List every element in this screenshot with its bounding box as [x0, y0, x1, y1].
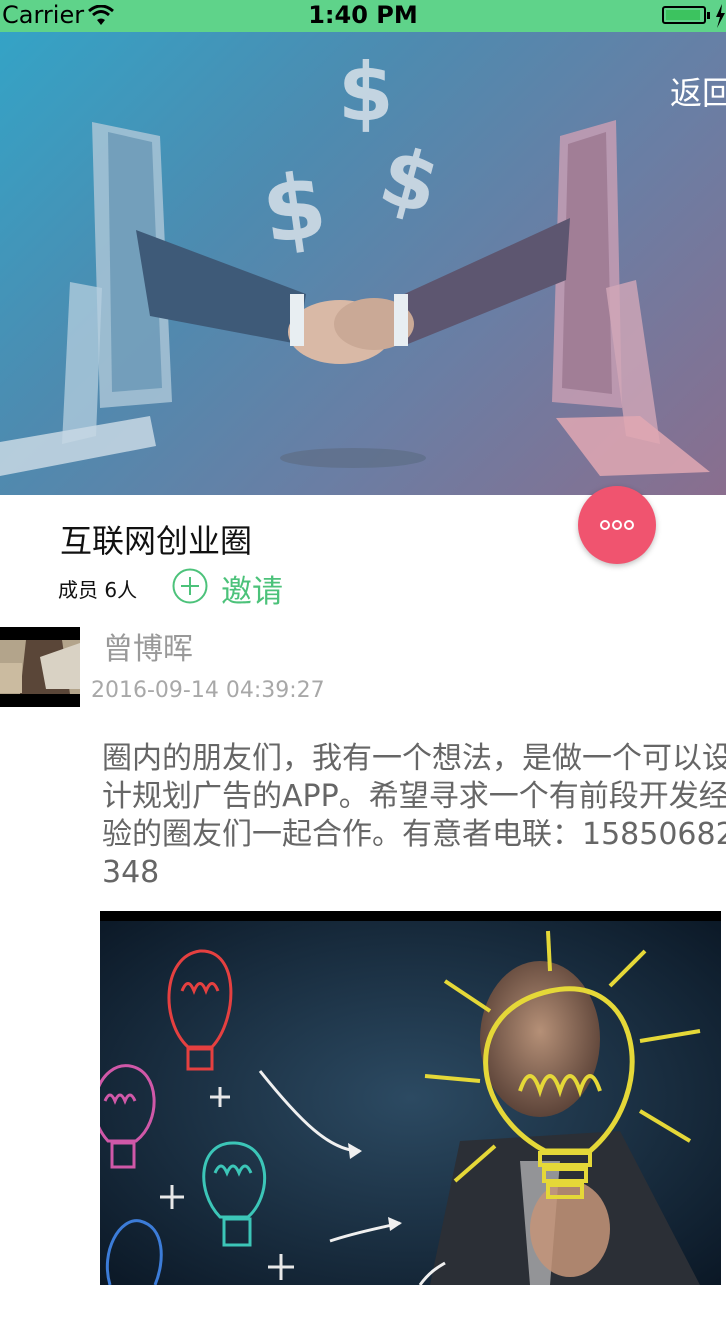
member-count: 成员 6人	[58, 578, 138, 602]
status-bar: Carrier 1:40 PM	[0, 0, 726, 32]
avatar[interactable]	[0, 627, 80, 707]
post-content: 圈内的朋友们，我有一个想法，是做一个可以设计规划广告的APP。希望寻求一个有前段…	[102, 741, 726, 890]
status-time: 1:40 PM	[308, 1, 418, 29]
more-dots-icon	[600, 520, 634, 530]
post-timestamp: 2016-09-14 04:39:27	[91, 678, 325, 703]
group-title: 互联网创业圈	[60, 522, 253, 560]
svg-text:$: $	[371, 129, 449, 233]
group-banner-image: $ $ $ 返回	[0, 32, 726, 495]
post-author[interactable]: 曾博晖	[103, 624, 193, 668]
battery-level	[666, 10, 700, 20]
battery-icon	[662, 6, 710, 24]
back-button[interactable]: 返回	[670, 68, 726, 114]
post-image[interactable]	[100, 911, 721, 1285]
avatar-photo	[0, 627, 80, 707]
more-options-button[interactable]	[578, 486, 656, 564]
add-circle-icon[interactable]	[172, 568, 208, 604]
handshake-illustration: $ $ $	[0, 46, 710, 476]
svg-text:$: $	[338, 46, 394, 139]
svg-text:$: $	[256, 153, 333, 266]
lightbulb-illustration	[100, 911, 721, 1285]
invite-button[interactable]: 邀请	[221, 566, 283, 611]
charging-bolt-icon	[716, 4, 725, 28]
